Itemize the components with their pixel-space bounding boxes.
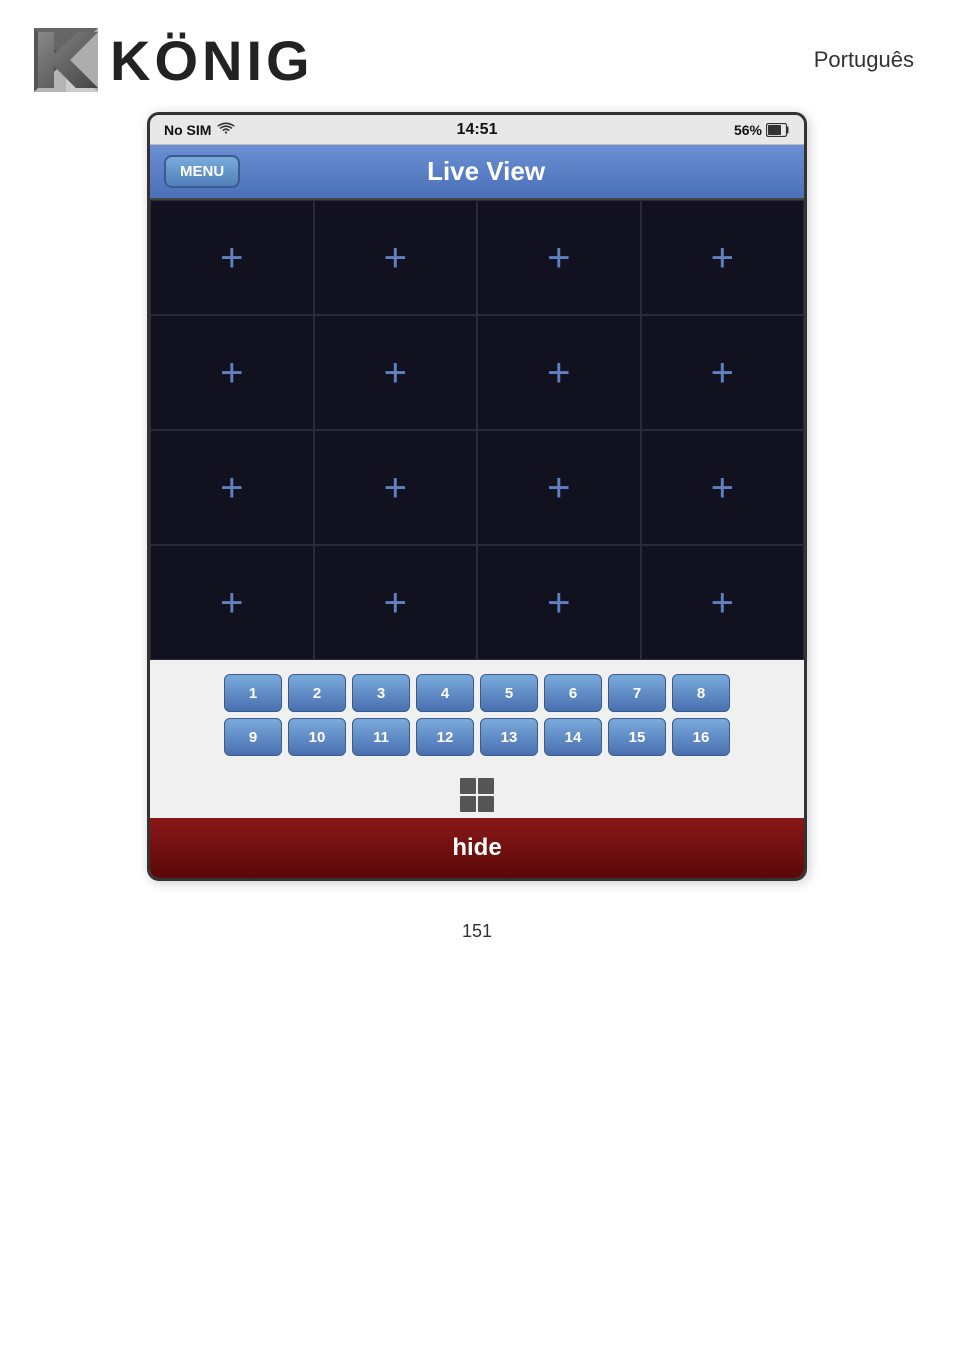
- status-left: No SIM: [164, 121, 235, 138]
- channel-button-14[interactable]: 14: [544, 718, 602, 756]
- carrier-label: No SIM: [164, 122, 211, 138]
- add-camera-icon-4: +: [711, 238, 734, 278]
- camera-cell-2[interactable]: +: [314, 200, 478, 315]
- channel-button-15[interactable]: 15: [608, 718, 666, 756]
- page-number: 151: [462, 921, 492, 942]
- nav-bar: MENU Live View: [150, 145, 804, 198]
- channel-button-2[interactable]: 2: [288, 674, 346, 712]
- add-camera-icon-14: +: [384, 583, 407, 623]
- layout-icon-row: [150, 770, 804, 818]
- camera-cell-5[interactable]: +: [150, 315, 314, 430]
- phone-frame: No SIM 14:51 56%: [147, 112, 807, 881]
- camera-grid: + + + + + + + + + + + + + + + +: [150, 198, 804, 660]
- camera-cell-8[interactable]: +: [641, 315, 805, 430]
- wifi-icon: [217, 121, 235, 138]
- channel-row-1: 12345678: [158, 674, 796, 712]
- menu-button[interactable]: MENU: [164, 155, 240, 188]
- channel-button-3[interactable]: 3: [352, 674, 410, 712]
- battery-icon: [766, 123, 790, 137]
- channel-button-4[interactable]: 4: [416, 674, 474, 712]
- add-camera-icon-16: +: [711, 583, 734, 623]
- grid-layout-icon[interactable]: [460, 778, 494, 812]
- language-label: Português: [814, 47, 914, 73]
- status-right: 56%: [734, 122, 790, 138]
- add-camera-icon-8: +: [711, 353, 734, 393]
- camera-cell-3[interactable]: +: [477, 200, 641, 315]
- channel-button-8[interactable]: 8: [672, 674, 730, 712]
- channel-button-9[interactable]: 9: [224, 718, 282, 756]
- battery-label: 56%: [734, 122, 762, 138]
- add-camera-icon-12: +: [711, 468, 734, 508]
- brand-header: KÖNIG Português: [0, 0, 954, 112]
- add-camera-icon-9: +: [220, 468, 243, 508]
- channel-button-13[interactable]: 13: [480, 718, 538, 756]
- channel-button-16[interactable]: 16: [672, 718, 730, 756]
- add-camera-icon-3: +: [547, 238, 570, 278]
- add-camera-icon-5: +: [220, 353, 243, 393]
- camera-cell-15[interactable]: +: [477, 545, 641, 660]
- camera-cell-4[interactable]: +: [641, 200, 805, 315]
- channel-area: 12345678 910111213141516: [150, 660, 804, 770]
- camera-cell-16[interactable]: +: [641, 545, 805, 660]
- hide-button[interactable]: hide: [150, 818, 804, 878]
- camera-cell-11[interactable]: +: [477, 430, 641, 545]
- add-camera-icon-15: +: [547, 583, 570, 623]
- grid-cell-4: [478, 796, 494, 812]
- channel-button-5[interactable]: 5: [480, 674, 538, 712]
- channel-button-10[interactable]: 10: [288, 718, 346, 756]
- grid-cell-2: [478, 778, 494, 794]
- add-camera-icon-1: +: [220, 238, 243, 278]
- status-bar: No SIM 14:51 56%: [150, 115, 804, 145]
- add-camera-icon-2: +: [384, 238, 407, 278]
- channel-button-7[interactable]: 7: [608, 674, 666, 712]
- add-camera-icon-13: +: [220, 583, 243, 623]
- channel-button-12[interactable]: 12: [416, 718, 474, 756]
- konig-logo-icon: [30, 24, 102, 96]
- brand-name-text: KÖNIG: [110, 28, 314, 93]
- status-time: 14:51: [457, 121, 498, 139]
- camera-cell-14[interactable]: +: [314, 545, 478, 660]
- add-camera-icon-7: +: [547, 353, 570, 393]
- nav-title: Live View: [252, 156, 790, 187]
- camera-cell-13[interactable]: +: [150, 545, 314, 660]
- channel-row-2: 910111213141516: [158, 718, 796, 756]
- add-camera-icon-11: +: [547, 468, 570, 508]
- add-camera-icon-6: +: [384, 353, 407, 393]
- grid-cell-1: [460, 778, 476, 794]
- grid-cell-3: [460, 796, 476, 812]
- channel-button-6[interactable]: 6: [544, 674, 602, 712]
- channel-button-11[interactable]: 11: [352, 718, 410, 756]
- page-wrapper: KÖNIG Português No SIM: [0, 0, 954, 942]
- camera-cell-1[interactable]: +: [150, 200, 314, 315]
- brand-logo: KÖNIG: [30, 24, 314, 96]
- add-camera-icon-10: +: [384, 468, 407, 508]
- status-bar-inner: No SIM 14:51 56%: [164, 121, 790, 138]
- camera-cell-12[interactable]: +: [641, 430, 805, 545]
- camera-cell-6[interactable]: +: [314, 315, 478, 430]
- camera-cell-7[interactable]: +: [477, 315, 641, 430]
- camera-cell-9[interactable]: +: [150, 430, 314, 545]
- camera-cell-10[interactable]: +: [314, 430, 478, 545]
- channel-button-1[interactable]: 1: [224, 674, 282, 712]
